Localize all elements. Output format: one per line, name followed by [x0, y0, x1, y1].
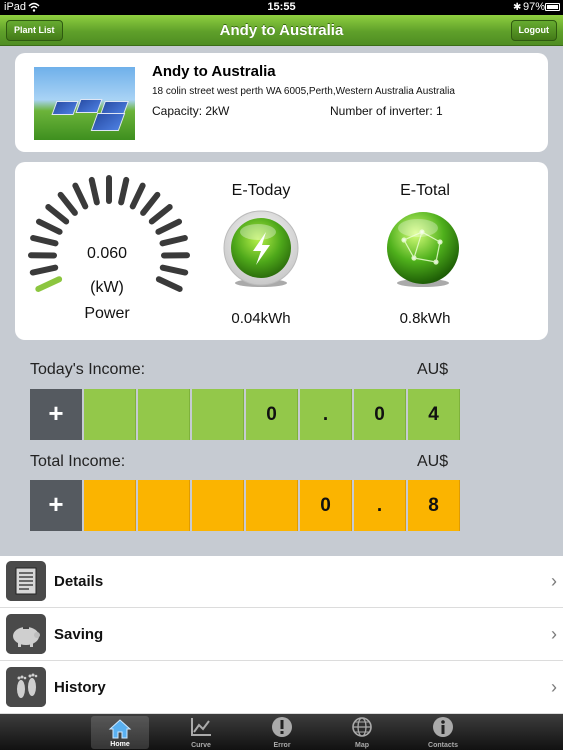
inverter-count: Number of inverter: 1 [330, 104, 443, 118]
total-income-label: Total Income: [30, 453, 126, 470]
chevron-right-icon: › [551, 571, 557, 591]
gauge-tick [57, 191, 78, 216]
logout-button[interactable]: Logout [510, 20, 557, 41]
plant-name: Andy to Australia [152, 63, 276, 80]
clock: 15:55 [267, 1, 296, 13]
tab-bar: Home Curve Error Map Contacts [0, 714, 563, 750]
info-icon [433, 717, 453, 737]
gauge-tick [88, 176, 100, 206]
gauge-tick [155, 276, 183, 292]
total-digit [192, 480, 244, 531]
power-value: 0.060 [86, 245, 128, 262]
tab-curve[interactable]: Curve [172, 714, 230, 750]
e-total-label: E-Total [400, 182, 450, 199]
network-globe-icon [387, 212, 459, 287]
gauge-tick [29, 264, 59, 276]
tab-contacts[interactable]: Contacts [414, 714, 472, 750]
tab-home[interactable]: Home [91, 716, 149, 749]
menu-item-saving[interactable]: Saving › [0, 609, 563, 661]
today-digit: 4 [408, 389, 460, 440]
lightning-orb-icon [223, 210, 299, 287]
home-icon [108, 719, 132, 739]
nav-bar: Andy to Australia Plant List Logout [0, 15, 563, 46]
plant-address: 18 colin street west perth WA 6005,Perth… [152, 86, 455, 97]
e-today-value: 0.04kWh [231, 310, 291, 327]
tab-map[interactable]: Map [333, 714, 391, 750]
power-card: 0.060 (kW) Power E-Today 0.04kWh E-Total [15, 162, 548, 340]
battery-percent: 97% [523, 1, 546, 13]
menu-item-details[interactable]: Details › [0, 556, 563, 608]
gauge-tick [30, 235, 59, 247]
today-digit: 0 [246, 389, 298, 440]
e-total-value: 0.8kWh [399, 310, 451, 327]
status-bar: iPad 15:55 ✱ 97% [0, 0, 563, 15]
today-income-counter: + 0 . 0 4 [30, 389, 460, 440]
today-digit [138, 389, 190, 440]
plant-list-button[interactable]: Plant List [6, 20, 63, 41]
tab-error[interactable]: Error [253, 714, 311, 750]
menu-label-history: History [54, 679, 106, 696]
today-income-label: Today's Income: [30, 361, 146, 378]
menu-label-details: Details [54, 573, 104, 590]
plant-capacity: Capacity: 2kW [152, 104, 230, 118]
footprints-icon [6, 667, 46, 707]
bluetooth-icon: ✱ [513, 2, 522, 13]
tab-label: Home [110, 741, 130, 748]
total-digit: . [354, 480, 406, 531]
today-digit: . [300, 389, 352, 440]
total-income-currency: AU$ [417, 453, 449, 470]
total-digit: 0 [300, 480, 352, 531]
today-digit: 0 [354, 389, 406, 440]
menu-list: Details › Saving › History › [0, 556, 563, 714]
page-title: Andy to Australia [219, 22, 344, 39]
total-digit [138, 480, 190, 531]
tab-label: Curve [191, 742, 211, 749]
gauge-tick [155, 218, 183, 235]
power-unit: (kW) [90, 279, 124, 296]
e-today-label: E-Today [231, 182, 291, 199]
total-digit [246, 480, 298, 531]
tab-label: Map [355, 742, 369, 749]
total-income-plus-button[interactable]: + [30, 480, 82, 531]
gauge-tick [159, 235, 188, 247]
error-icon [272, 717, 292, 737]
today-digit [84, 389, 136, 440]
today-income-currency: AU$ [417, 361, 449, 378]
tab-label: Contacts [428, 742, 458, 749]
gauge-tick [129, 182, 146, 210]
document-icon [6, 561, 46, 601]
gauge-tick [35, 218, 63, 235]
plant-info-card: Andy to Australia 18 colin street west p… [15, 53, 548, 152]
gauge-tick [140, 191, 161, 216]
total-digit: 8 [408, 480, 460, 531]
piggy-bank-icon [6, 614, 46, 654]
total-income-counter: + 0 . 8 [30, 480, 460, 531]
tab-label: Error [273, 742, 291, 749]
chevron-right-icon: › [551, 677, 557, 697]
chevron-right-icon: › [551, 624, 557, 644]
chart-icon [191, 718, 211, 736]
today-digit [192, 389, 244, 440]
solar-panel-image [34, 67, 135, 140]
globe-icon [352, 717, 372, 737]
gauge-tick [159, 264, 189, 276]
total-digit [84, 480, 136, 531]
gauge-tick [45, 204, 70, 225]
gauge-tick [35, 276, 63, 292]
gauge-tick [118, 176, 130, 206]
gauge-tick [148, 204, 173, 225]
battery-icon [545, 3, 560, 11]
today-income-plus-button[interactable]: + [30, 389, 82, 440]
power-label: Power [84, 305, 130, 322]
menu-item-history[interactable]: History › [0, 662, 563, 714]
gauge-tick [72, 182, 89, 210]
menu-label-saving: Saving [54, 626, 104, 643]
